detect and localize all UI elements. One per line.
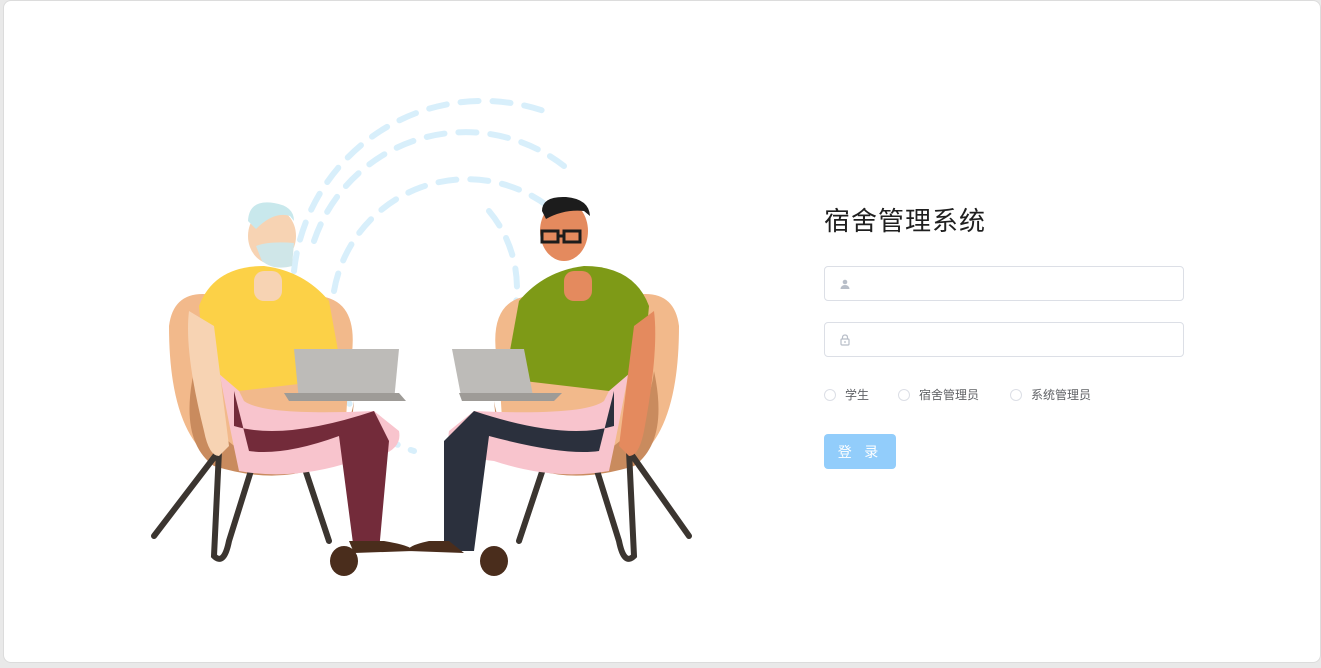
password-field[interactable] bbox=[824, 322, 1184, 358]
role-label-dorm-admin: 宿舍管理员 bbox=[919, 388, 980, 402]
password-input[interactable] bbox=[855, 323, 1179, 358]
illustration-two-people-with-laptops bbox=[151, 98, 692, 576]
radio-circle[interactable] bbox=[1010, 388, 1022, 401]
role-label-student: 学生 bbox=[845, 388, 870, 402]
login-button[interactable]: 登 录 bbox=[824, 434, 896, 469]
role-label-system-admin: 系统管理员 bbox=[1031, 388, 1092, 402]
page-title: 宿舍管理系统 bbox=[824, 207, 987, 237]
login-card: 宿舍管理系统 学生 宿舍管理员 系统管理员 登 录 bbox=[3, 0, 1321, 663]
username-input[interactable] bbox=[855, 267, 1179, 302]
role-radio-student[interactable]: 学生 bbox=[824, 386, 869, 403]
user-icon bbox=[840, 279, 850, 289]
lock-icon bbox=[840, 334, 850, 346]
role-radio-system-admin[interactable]: 系统管理员 bbox=[1010, 386, 1091, 403]
username-field[interactable] bbox=[824, 266, 1184, 302]
role-radio-dorm-admin[interactable]: 宿舍管理员 bbox=[898, 386, 979, 403]
radio-circle[interactable] bbox=[824, 388, 836, 401]
radio-circle[interactable] bbox=[898, 388, 910, 401]
